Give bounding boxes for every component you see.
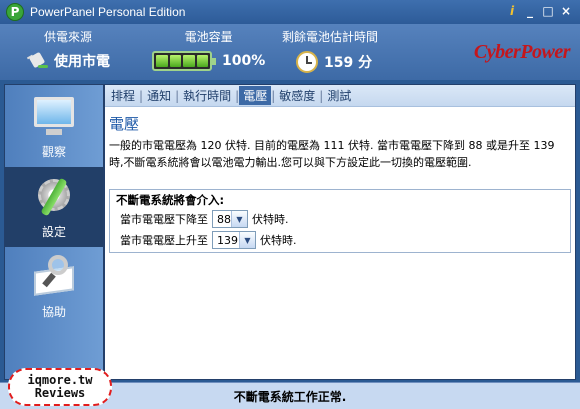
clock-icon [296, 51, 318, 73]
sidebar-item-label: 設定 [41, 224, 66, 239]
tab-schedule[interactable]: 排程 [107, 87, 139, 104]
window-title: PowerPanel Personal Edition [30, 5, 186, 19]
sidebar: 觀察 設定 協助 [4, 84, 104, 380]
title-bar: P PowerPanel Personal Edition i _ □ × [0, 0, 580, 24]
minimize-button[interactable]: _ [522, 3, 538, 19]
box-title: 不斷電系統將會介入: [116, 193, 225, 207]
low-voltage-value: 88 [217, 212, 231, 226]
info-icon[interactable]: i [504, 3, 520, 19]
low-voltage-row: 當市電電壓下降至 88 ▼ 伏特時. [120, 210, 289, 228]
runtime-value: 159 分 [324, 55, 373, 71]
sidebar-item-help[interactable]: 協助 [5, 247, 103, 327]
tab-bar: 排程 | 通知 | 執行時間 | 電壓 | 敏感度 | 測試 [105, 85, 575, 107]
tab-runtime[interactable]: 執行時間 [179, 87, 235, 104]
page-title: 電壓 [109, 115, 140, 133]
voltage-settings-box: 不斷電系統將會介入: 當市電電壓下降至 88 ▼ 伏特時. 當市電電壓上升至 1… [109, 189, 571, 253]
runtime-label: 剩餘電池估計時間 [282, 30, 379, 44]
tab-voltage[interactable]: 電壓 [239, 86, 272, 105]
sidebar-item-label: 觀察 [41, 144, 66, 159]
sidebar-item-monitor[interactable]: 觀察 [5, 87, 103, 167]
high-voltage-suffix: 伏特時. [260, 234, 297, 247]
close-button[interactable]: × [558, 3, 574, 19]
power-source-panel: 供電來源 使用市電 [26, 28, 110, 71]
settings-icon [30, 175, 78, 219]
chevron-down-icon: ▼ [239, 232, 255, 248]
battery-icon [152, 51, 216, 71]
power-source-label: 供電來源 [43, 30, 92, 44]
watermark-stamp: iqmore.tw Reviews [8, 368, 112, 406]
help-icon [30, 254, 78, 299]
high-voltage-row: 當市電電壓上升至 139 ▼ 伏特時. [120, 231, 297, 249]
runtime-panel: 剩餘電池估計時間 159 分 [282, 28, 378, 73]
window-controls: i _ □ × [504, 3, 574, 19]
monitor-icon [30, 95, 78, 139]
sidebar-item-label: 協助 [41, 304, 66, 319]
brand-logo: CyberPower [473, 41, 571, 63]
main-panel: 排程 | 通知 | 執行時間 | 電壓 | 敏感度 | 測試 電壓 一般的市電電… [104, 84, 576, 380]
status-text: 不斷電系統工作正常. [233, 389, 347, 404]
power-plug-icon [26, 51, 48, 71]
tab-test[interactable]: 測試 [323, 87, 355, 104]
status-header: 供電來源 使用市電 電池容量 100% 剩餘電池估計時間 159 分 Cyber… [0, 24, 580, 80]
low-voltage-select[interactable]: 88 ▼ [212, 210, 248, 228]
low-voltage-suffix: 伏特時. [252, 213, 289, 226]
high-voltage-select[interactable]: 139 ▼ [212, 231, 256, 249]
battery-panel: 電池容量 100% [152, 28, 265, 71]
app-logo-icon: P [6, 3, 24, 21]
low-voltage-label: 當市電電壓下降至 [120, 213, 208, 226]
power-source-value: 使用市電 [54, 54, 110, 70]
tab-sensitivity[interactable]: 敏感度 [275, 87, 319, 104]
chevron-down-icon: ▼ [231, 211, 247, 227]
sidebar-item-settings[interactable]: 設定 [5, 167, 103, 247]
high-voltage-label: 當市電電壓上升至 [120, 234, 208, 247]
battery-value: 100% [222, 53, 266, 69]
tab-notification[interactable]: 通知 [143, 87, 175, 104]
voltage-description: 一般的市電電壓為 120 伏特. 目前的電壓為 111 伏特. 當市電電壓下降到… [109, 139, 555, 169]
high-voltage-value: 139 [217, 233, 238, 247]
battery-label: 電池容量 [184, 30, 233, 44]
restore-button[interactable]: □ [540, 3, 556, 19]
